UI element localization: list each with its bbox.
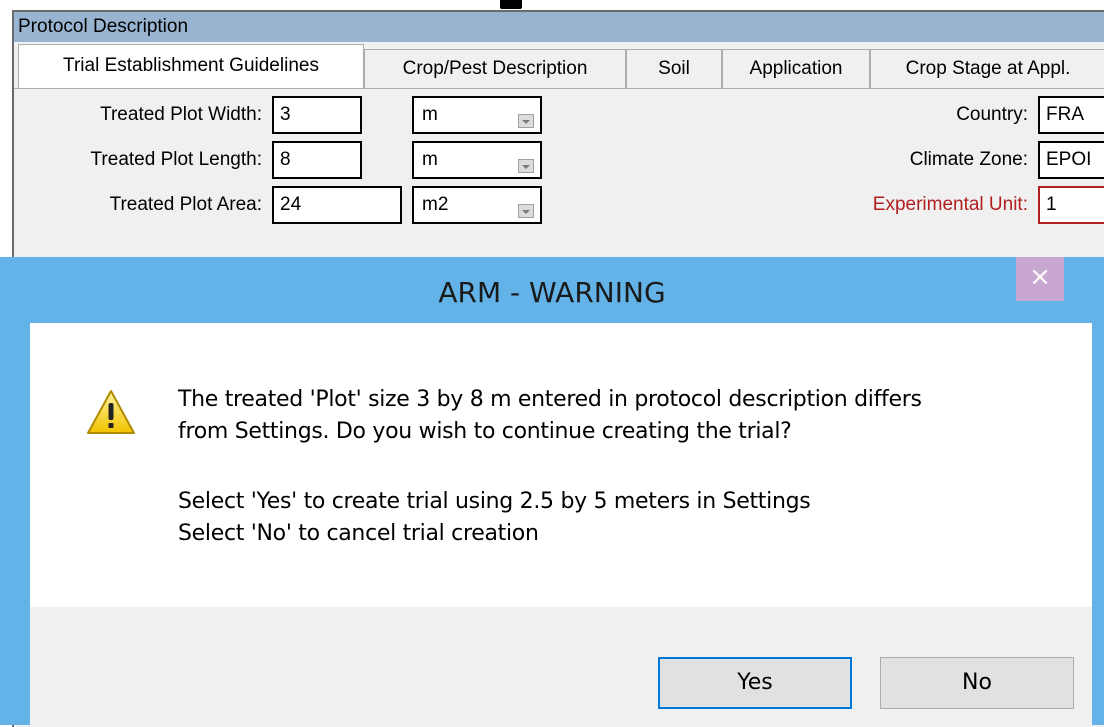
plot-length-field[interactable]: 8 bbox=[272, 141, 362, 179]
window-title: Protocol Description bbox=[14, 12, 1104, 42]
tabstrip-divider bbox=[14, 88, 1104, 89]
yes-button[interactable]: Yes bbox=[658, 657, 852, 709]
tab-trial-establishment[interactable]: Trial Establishment Guidelines bbox=[18, 44, 364, 89]
dialog-message-area: The treated 'Plot' size 3 by 8 m entered… bbox=[30, 323, 1092, 607]
close-icon[interactable]: × bbox=[1016, 257, 1064, 301]
no-button[interactable]: No bbox=[880, 657, 1074, 709]
message-line-3: Select 'Yes' to create trial using 2.5 b… bbox=[178, 489, 811, 514]
tab-crop-pest[interactable]: Crop/Pest Description bbox=[364, 49, 626, 88]
plot-width-unit-select[interactable]: m bbox=[412, 96, 542, 134]
plot-area-field[interactable]: 24 bbox=[272, 186, 402, 224]
plot-area-unit-select[interactable]: m2 bbox=[412, 186, 542, 224]
country-label: Country: bbox=[956, 104, 1028, 125]
chevron-down-icon[interactable] bbox=[518, 114, 534, 128]
plot-length-label: Treated Plot Length: bbox=[90, 149, 262, 170]
climate-zone-label: Climate Zone: bbox=[909, 149, 1028, 170]
plot-area-label: Treated Plot Area: bbox=[109, 194, 262, 215]
plot-width-label: Treated Plot Width: bbox=[100, 104, 262, 125]
climate-zone-field[interactable]: EPOI bbox=[1038, 141, 1104, 179]
chevron-down-icon[interactable] bbox=[518, 204, 534, 218]
warning-icon bbox=[87, 390, 135, 434]
message-line-4: Select 'No' to cancel trial creation bbox=[178, 521, 539, 546]
message-line-2: from Settings. Do you wish to continue c… bbox=[178, 419, 792, 444]
plot-length-unit-value: m bbox=[422, 149, 438, 170]
experimental-unit-field[interactable]: 1 bbox=[1038, 186, 1104, 224]
warning-dialog: ARM - WARNING × The treated 'Plot' size … bbox=[0, 257, 1104, 725]
message-line-1: The treated 'Plot' size 3 by 8 m entered… bbox=[178, 387, 922, 412]
country-field[interactable]: FRA bbox=[1038, 96, 1104, 134]
dialog-button-bar: Yes No bbox=[30, 607, 1092, 725]
dialog-title: ARM - WARNING bbox=[438, 276, 666, 309]
chevron-down-icon[interactable] bbox=[518, 159, 534, 173]
tab-crop-stage[interactable]: Crop Stage at Appl. bbox=[870, 49, 1104, 88]
plot-area-unit-value: m2 bbox=[422, 194, 449, 215]
plot-width-field[interactable]: 3 bbox=[272, 96, 362, 134]
tab-application[interactable]: Application bbox=[722, 49, 870, 88]
experimental-unit-label: Experimental Unit: bbox=[872, 194, 1028, 215]
plot-width-unit-value: m bbox=[422, 104, 438, 125]
plot-length-unit-select[interactable]: m bbox=[412, 141, 542, 179]
title-fragment bbox=[500, 0, 522, 9]
tab-soil[interactable]: Soil bbox=[626, 49, 722, 88]
